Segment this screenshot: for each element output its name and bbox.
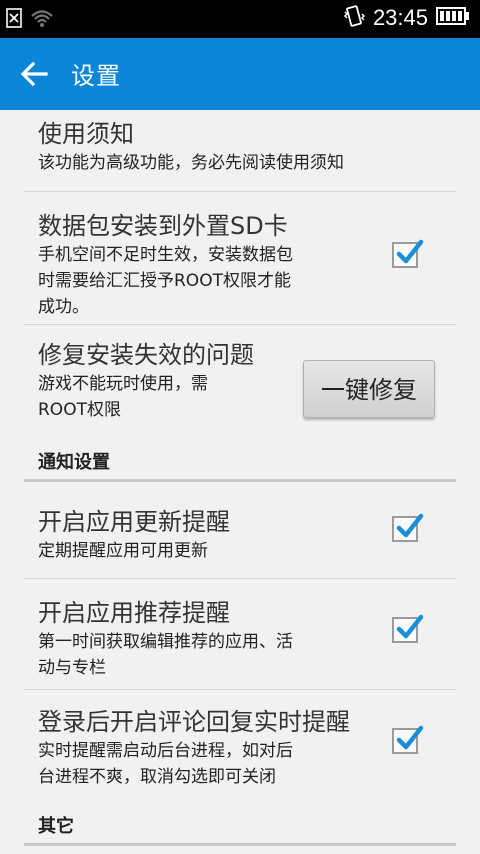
item-title: 修复安装失效的问题 [38,341,254,369]
item-desc-line2: 台进程不爽，取消勾选即可关闭 [38,767,276,787]
comment-reply-reminder-checkbox[interactable] [392,725,424,754]
check-icon [396,725,424,750]
item-desc: 定期提醒应用可用更新 [38,541,208,561]
settings-item-usage-notice[interactable]: 使用须知 该功能为高级功能，务必先阅读使用须知 [0,110,480,192]
item-desc-line1: 第一时间获取编辑推荐的应用、活 [38,632,293,652]
item-desc-line2: ROOT权限 [38,400,121,420]
item-title: 开启应用推荐提醒 [38,599,230,627]
vibrate-icon [343,4,365,32]
item-desc-line2: 动与专栏 [38,658,106,678]
section-header-other: 其它 [38,816,74,837]
settings-item-fix-install: 修复安装失效的问题 游戏不能玩时使用，需 ROOT权限 一键修复 [0,325,480,435]
settings-item-comment-reply-reminder[interactable]: 登录后开启评论回复实时提醒 实时提醒需启动后台进程，如对后 台进程不爽，取消勾选… [0,690,480,800]
page-title: 设置 [71,62,121,90]
item-desc-line1: 实时提醒需启动后台进程，如对后 [38,741,293,761]
back-arrow-icon[interactable] [20,60,48,88]
settings-item-update-reminder[interactable]: 开启应用更新提醒 定期提醒应用可用更新 [0,482,480,578]
status-time: 23:45 [372,5,428,30]
app-bar: 设置 [0,38,480,110]
item-desc: 该功能为高级功能，务必先阅读使用须知 [38,153,344,173]
sim-x-icon [6,8,22,32]
settings-item-recommend-reminder[interactable]: 开启应用推荐提醒 第一时间获取编辑推荐的应用、活 动与专栏 [0,579,480,689]
settings-list[interactable]: 使用须知 该功能为高级功能，务必先阅读使用须知 数据包安装到外置SD卡 手机空间… [0,110,480,854]
item-title: 开启应用更新提醒 [38,508,230,536]
check-icon [396,239,424,264]
item-title: 数据包安装到外置SD卡 [38,212,288,240]
one-click-fix-button[interactable]: 一键修复 [303,360,435,418]
item-title: 登录后开启评论回复实时提醒 [38,708,350,736]
check-icon [396,513,424,538]
check-icon [396,614,424,639]
recommend-reminder-checkbox[interactable] [392,614,424,643]
update-reminder-checkbox[interactable] [392,513,424,542]
status-bar: 23:45 [0,0,480,38]
item-desc-line1: 游戏不能玩时使用，需 [38,374,208,394]
section-divider [24,843,456,846]
install-to-sd-checkbox[interactable] [392,239,424,268]
section-header-notify: 通知设置 [38,452,110,473]
item-desc-line1: 手机空间不足时生效，安装数据包 [38,245,293,265]
item-desc-line2: 时需要给汇汇授予ROOT权限才能 [38,271,291,291]
battery-icon [436,6,470,30]
item-desc-line3: 成功。 [38,297,89,317]
item-title: 使用须知 [38,120,134,148]
wifi-icon [30,8,54,32]
settings-item-install-to-sd[interactable]: 数据包安装到外置SD卡 手机空间不足时生效，安装数据包 时需要给汇汇授予ROOT… [0,192,480,324]
